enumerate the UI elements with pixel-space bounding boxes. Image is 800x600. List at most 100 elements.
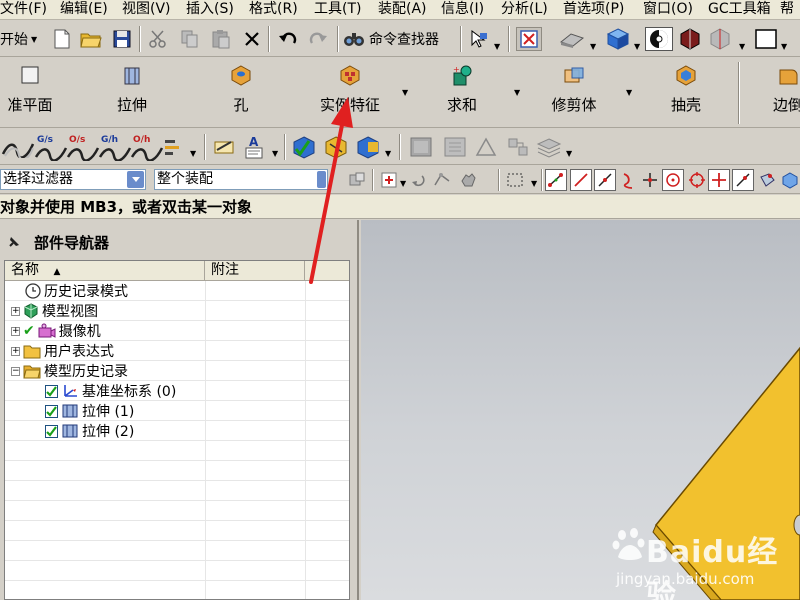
pattern-icon[interactable] [504, 134, 532, 160]
triangle-icon[interactable] [472, 134, 500, 160]
visibility-checkbox[interactable] [45, 424, 58, 438]
measure-geometry-icon[interactable] [322, 133, 352, 161]
tree-row[interactable]: 拉伸 (1) [5, 401, 349, 421]
tree-row[interactable]: + 用户表达式 [5, 341, 349, 361]
chevron-down-icon[interactable]: ▼ [400, 179, 406, 188]
grid-view-icon[interactable] [440, 134, 470, 160]
collapse-icon[interactable]: − [11, 366, 20, 376]
expand-icon[interactable]: + [11, 306, 20, 316]
chevron-down-icon[interactable]: ▼ [531, 179, 537, 188]
tree-row[interactable]: + ✔ 摄像机 [5, 321, 349, 341]
menu-format[interactable]: 格式(R) [249, 0, 298, 19]
snap-point-on-curve-icon[interactable] [708, 169, 730, 191]
visibility-checkbox[interactable] [45, 384, 58, 398]
chevron-down-icon[interactable]: ▼ [590, 42, 596, 51]
render-style-icon[interactable] [645, 27, 673, 51]
menu-file[interactable]: 文件(F) [0, 0, 47, 19]
tree-row[interactable]: − 模型历史记录 [5, 361, 349, 381]
edit-curve-icon[interactable] [211, 135, 239, 159]
analysis-cube-icon[interactable] [354, 133, 384, 161]
unite-button[interactable]: + 求和 [432, 62, 492, 124]
select-cursor-icon[interactable] [466, 28, 492, 50]
snap-cube-icon[interactable] [780, 169, 800, 191]
extrude-button[interactable]: 拉伸 [102, 62, 162, 124]
chevron-down-icon[interactable]: ▼ [739, 42, 745, 51]
delete-icon[interactable] [241, 28, 263, 50]
menu-analysis[interactable]: 分析(L) [501, 0, 548, 19]
menu-assemblies[interactable]: 装配(A) [378, 0, 427, 19]
menu-tools[interactable]: 工具(T) [314, 0, 361, 19]
column-header-name[interactable]: 名称 ▲ [5, 261, 205, 281]
snap-select-icon[interactable] [378, 169, 400, 191]
snap-intersection-icon[interactable] [640, 169, 660, 191]
menu-insert[interactable]: 插入(S) [186, 0, 234, 19]
snap-midpoint-icon[interactable] [594, 169, 616, 191]
layout-icon[interactable] [406, 134, 436, 160]
component-select-icon[interactable] [346, 169, 370, 191]
chevron-down-icon[interactable]: ▼ [634, 42, 640, 51]
back-arrow-icon[interactable] [408, 169, 428, 191]
snap-center-icon[interactable] [662, 169, 684, 191]
chevron-down-icon[interactable] [127, 171, 144, 188]
edge-blend-button[interactable]: 边倒 [758, 62, 800, 124]
visibility-checkbox[interactable] [45, 404, 58, 418]
chevron-down-icon[interactable]: ▼ [626, 88, 632, 97]
chevron-down-icon[interactable]: ▼ [494, 42, 500, 51]
start-button[interactable]: 开始 ▼ [0, 29, 46, 49]
os-curve-icon[interactable]: O/s [66, 133, 100, 161]
save-icon[interactable] [111, 28, 133, 50]
cut-icon[interactable] [146, 28, 170, 50]
curve-list-icon[interactable] [160, 135, 188, 159]
snap-line-icon[interactable] [570, 169, 592, 191]
snap-point-icon[interactable] [430, 169, 454, 191]
tree-row[interactable]: 基准坐标系 (0) [5, 381, 349, 401]
box-select-icon[interactable] [503, 169, 527, 191]
check-geometry-icon[interactable] [290, 133, 320, 161]
chevron-down-icon[interactable]: ▼ [514, 88, 520, 97]
column-header-notes[interactable]: 附注 [205, 261, 305, 281]
tree-row[interactable]: 历史记录模式 [5, 281, 349, 301]
snap-curve-icon[interactable] [618, 169, 638, 191]
layers-icon[interactable] [534, 134, 564, 160]
redo-icon[interactable] [306, 28, 330, 50]
menu-help[interactable]: 帮 [780, 0, 794, 19]
open-folder-icon[interactable] [79, 28, 103, 50]
chevron-down-icon[interactable]: ▼ [190, 149, 196, 158]
command-finder-button[interactable]: 命令查找器 [343, 28, 455, 50]
menu-information[interactable]: 信息(I) [441, 0, 484, 19]
zoom-view-icon[interactable] [557, 28, 587, 50]
instance-feature-button[interactable]: 实例特征 [308, 62, 392, 124]
menu-edit[interactable]: 编辑(E) [60, 0, 108, 19]
chevron-down-icon[interactable] [317, 171, 326, 188]
snap-bounded-icon[interactable] [756, 169, 778, 191]
chevron-down-icon[interactable]: ▼ [272, 149, 278, 158]
fit-view-icon[interactable] [516, 27, 542, 51]
shaded-view-icon[interactable] [604, 28, 632, 50]
gs-curve-icon[interactable]: G/s [34, 133, 68, 161]
tree-row[interactable]: 拉伸 (2) [5, 421, 349, 441]
expand-icon[interactable]: + [11, 326, 20, 336]
section-cube-icon[interactable] [707, 28, 733, 50]
undo-icon[interactable] [276, 28, 300, 50]
expand-icon[interactable]: + [11, 346, 20, 356]
pin-icon[interactable] [6, 234, 22, 250]
background-color-icon[interactable] [753, 27, 779, 51]
chevron-down-icon[interactable]: ▼ [402, 88, 408, 97]
chevron-down-icon[interactable]: ▼ [566, 149, 572, 158]
assembly-scope-dropdown[interactable]: 整个装配 [154, 169, 328, 190]
curve-tool-icon[interactable] [0, 135, 36, 159]
selection-filter-dropdown[interactable]: 选择过滤器 [0, 169, 146, 190]
snap-quadrant-icon[interactable] [686, 169, 708, 191]
menu-view[interactable]: 视图(V) [122, 0, 171, 19]
hand-icon[interactable] [456, 169, 480, 191]
gh-curve-icon[interactable]: G/h [98, 133, 132, 161]
copy-icon[interactable] [178, 28, 202, 50]
datum-plane-button[interactable]: 准平面 [0, 62, 60, 124]
paste-icon[interactable] [209, 28, 233, 50]
hole-button[interactable]: 孔 [211, 62, 271, 124]
wireframe-cube-icon[interactable] [677, 28, 703, 50]
menu-window[interactable]: 窗口(O) [643, 0, 693, 19]
chevron-down-icon[interactable]: ▼ [781, 42, 787, 51]
snap-on-face-icon[interactable] [732, 169, 754, 191]
shell-button[interactable]: 抽壳 [656, 62, 716, 124]
